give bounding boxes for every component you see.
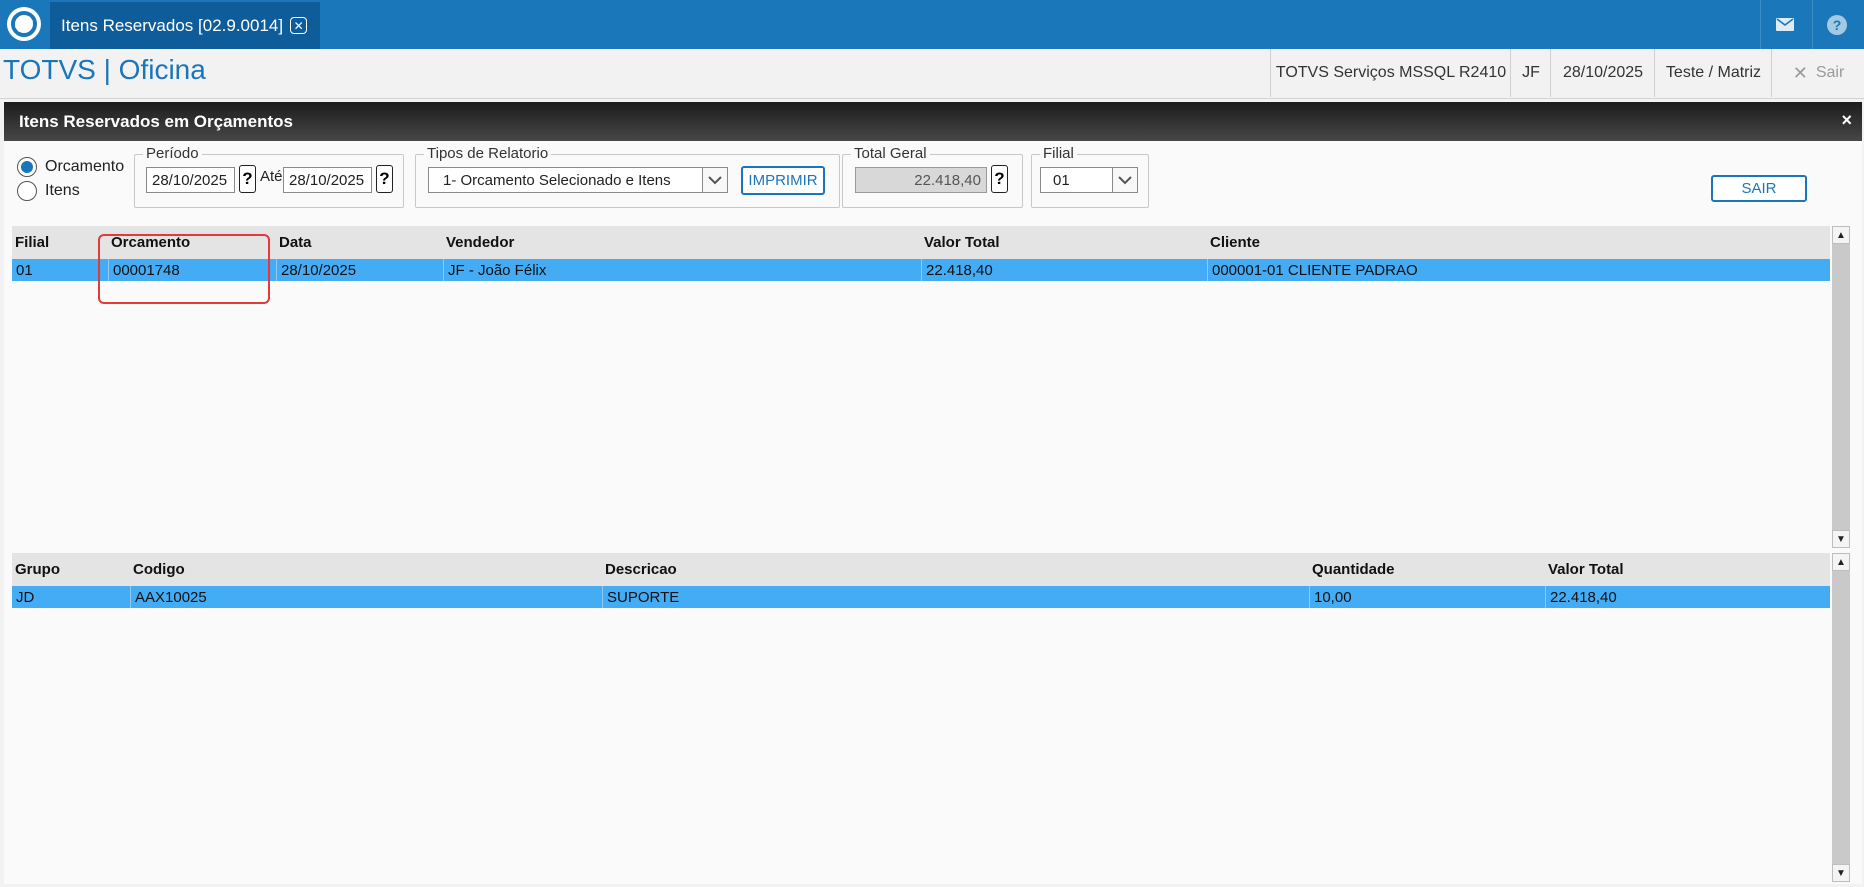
tipos-relatorio-select[interactable]: 1- Orcamento Selecionado e Itens [428, 167, 728, 193]
table-cell: 01 [16, 261, 33, 279]
user-indicator[interactable]: JF [1510, 49, 1551, 97]
periodo-from-help-button[interactable]: ? [239, 165, 256, 193]
scroll-down-icon[interactable]: ▼ [1832, 530, 1850, 548]
table-cell: 22.418,40 [921, 259, 1207, 281]
svg-text:?: ? [1833, 17, 1842, 33]
annotation-highlight-box [98, 234, 270, 304]
environment-indicator[interactable]: TOTVS Serviços MSSQL R2410 [1270, 49, 1511, 97]
table-row[interactable]: 01 00001748 28/10/2025 JF - João Félix 2… [12, 259, 1830, 281]
total-geral-help-button[interactable]: ? [991, 165, 1008, 193]
total-geral-field: 22.418,40 [855, 167, 987, 193]
close-icon: ✕ [1792, 62, 1808, 83]
tipos-relatorio-value: 1- Orcamento Selecionado e Itens [443, 171, 671, 189]
app-title: TOTVS | Oficina [3, 54, 206, 85]
periodo-to-help-button[interactable]: ? [376, 165, 393, 193]
radio-label: Orcamento [45, 158, 125, 175]
total-geral-group: Total Geral 22.418,40 ? [842, 145, 1023, 208]
grid-header: Grupo Codigo Descricao Quantidade Valor … [12, 553, 1830, 586]
envelope-icon[interactable] [1760, 0, 1809, 49]
radio-button[interactable] [17, 181, 37, 201]
table-cell: AAX10025 [130, 586, 602, 608]
app-header: TOTVS | Oficina TOTVS Serviços MSSQL R24… [0, 49, 1864, 99]
radio-button-checked[interactable] [17, 157, 37, 177]
table-cell: 000001-01 CLIENTE PADRAO [1207, 259, 1830, 281]
column-header[interactable]: Valor Total [921, 226, 1207, 259]
filial-value: 01 [1053, 171, 1070, 189]
company-indicator[interactable]: Teste / Matriz [1654, 49, 1772, 97]
column-header[interactable]: Filial [12, 226, 108, 259]
total-geral-label: Total Geral [851, 145, 930, 163]
table-row[interactable]: JD AAX10025 SUPORTE 10,00 22.418,40 [12, 586, 1830, 608]
radio-itens[interactable]: Itens [17, 181, 80, 201]
periodo-group: Período 28/10/2025 ? Até 28/10/2025 ? [134, 145, 404, 208]
column-header[interactable]: Quantidade [1309, 553, 1545, 586]
table-cell: JD [16, 588, 35, 606]
column-header[interactable]: Data [276, 226, 443, 259]
column-header[interactable]: Grupo [12, 553, 130, 586]
totvs-logo-icon[interactable] [4, 4, 44, 44]
radio-orcamento[interactable]: Orcamento [17, 157, 124, 177]
date-indicator[interactable]: 28/10/2025 [1550, 49, 1655, 97]
table-cell: 22.418,40 [1545, 586, 1830, 608]
table-cell: 10,00 [1309, 586, 1545, 608]
orcamentos-grid: Filial Orcamento Data Vendedor Valor Tot… [12, 226, 1830, 548]
chevron-down-icon[interactable] [702, 168, 727, 192]
grid-header: Filial Orcamento Data Vendedor Valor Tot… [12, 226, 1830, 259]
scroll-down-icon[interactable]: ▼ [1832, 864, 1850, 882]
filial-select[interactable]: 01 [1040, 167, 1138, 193]
exit-button[interactable]: ✕ Sair [1771, 49, 1864, 97]
top-bar: Itens Reservados [02.9.0014] ✕ ? [0, 0, 1864, 49]
table-cell: JF - João Félix [443, 259, 921, 281]
dialog-close-icon[interactable]: × [1841, 110, 1852, 131]
column-header[interactable]: Cliente [1207, 226, 1830, 259]
dialog-title-bar: Itens Reservados em Orçamentos × [4, 102, 1862, 141]
radio-label: Itens [45, 182, 80, 199]
periodo-label: Período [143, 145, 202, 163]
table-cell: SUPORTE [602, 586, 1309, 608]
tipos-relatorio-label: Tipos de Relatorio [424, 145, 552, 163]
table-cell: 28/10/2025 [276, 259, 443, 281]
filial-group: Filial 01 [1031, 145, 1149, 208]
exit-label: Sair [1815, 64, 1845, 81]
orcamentos-scrollbar[interactable]: ▲ ▼ [1832, 226, 1850, 548]
column-header[interactable]: Valor Total [1545, 553, 1830, 586]
itens-grid: Grupo Codigo Descricao Quantidade Valor … [12, 553, 1830, 882]
tipos-relatorio-group: Tipos de Relatorio 1- Orcamento Selecion… [415, 145, 840, 208]
itens-scrollbar[interactable]: ▲ ▼ [1832, 553, 1850, 882]
filial-label: Filial [1040, 145, 1077, 163]
dialog-body: Orcamento Itens Período 28/10/2025 ? Até… [4, 141, 1862, 884]
chevron-down-icon[interactable] [1112, 168, 1137, 192]
imprimir-button[interactable]: IMPRIMIR [741, 166, 825, 195]
question-icon[interactable]: ? [1812, 0, 1861, 49]
periodo-to-input[interactable]: 28/10/2025 [283, 167, 372, 193]
column-header[interactable]: Descricao [602, 553, 1309, 586]
column-header[interactable]: Codigo [130, 553, 602, 586]
close-icon[interactable]: ✕ [290, 17, 308, 34]
scroll-up-icon[interactable]: ▲ [1832, 553, 1850, 571]
scroll-up-icon[interactable]: ▲ [1832, 226, 1850, 244]
periodo-from-input[interactable]: 28/10/2025 [146, 167, 235, 193]
tab-itens-reservados[interactable]: Itens Reservados [02.9.0014] ✕ [50, 2, 320, 49]
column-header[interactable]: Vendedor [443, 226, 921, 259]
dialog-title: Itens Reservados em Orçamentos [19, 112, 294, 131]
tab-label: Itens Reservados [02.9.0014] [61, 15, 284, 35]
ate-label: Até [260, 168, 283, 185]
sair-button[interactable]: SAIR [1711, 175, 1807, 202]
